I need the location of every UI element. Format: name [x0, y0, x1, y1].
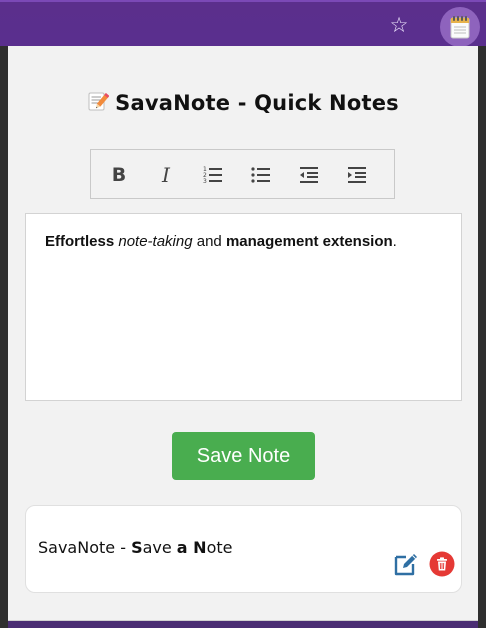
note-text-part: a N	[176, 538, 207, 557]
edit-icon	[394, 554, 417, 576]
memo-icon	[87, 90, 110, 117]
trash-icon	[429, 551, 455, 577]
ordered-list-button[interactable]: 123	[198, 160, 228, 190]
italic-icon: I	[162, 163, 170, 187]
note-text-part: S	[131, 538, 143, 557]
browser-toolbar: ☆	[0, 0, 486, 47]
extension-notepad-icon[interactable]	[440, 7, 480, 47]
italic-button[interactable]: I	[151, 160, 181, 190]
indent-button[interactable]	[342, 160, 372, 190]
ordered-list-icon: 123	[203, 166, 222, 185]
bookmark-star-icon[interactable]: ☆	[384, 10, 414, 40]
note-editor[interactable]: Effortless note-taking and management ex…	[25, 213, 462, 401]
editor-text-bold-1: Effortless	[45, 233, 115, 250]
outdent-button[interactable]	[294, 160, 324, 190]
edit-note-button[interactable]	[392, 550, 420, 578]
editor-text-bold-2: management extension	[225, 233, 393, 250]
indent-icon	[348, 167, 366, 183]
popup-header: SavaNote - Quick Notes	[8, 88, 478, 118]
note-title[interactable]: SavaNote - Save a Note	[38, 538, 232, 557]
outdent-icon	[300, 167, 318, 183]
note-text-part: ave	[142, 538, 177, 557]
page-background-right	[478, 46, 486, 628]
editor-text-period: .	[392, 233, 397, 250]
delete-note-button[interactable]	[428, 550, 456, 578]
bold-icon: B	[111, 164, 127, 186]
editor-text-italic: note-taking	[118, 233, 193, 250]
svg-text:3: 3	[203, 178, 207, 185]
extension-popup: SavaNote - Quick Notes B I 123 Effortles…	[8, 46, 478, 621]
unordered-list-icon	[251, 167, 270, 183]
save-note-button[interactable]: Save Note	[172, 432, 315, 480]
editor-text-normal: and	[192, 233, 226, 250]
bold-button[interactable]: B	[104, 160, 134, 190]
note-text-part: SavaNote -	[38, 538, 132, 557]
note-list-item: SavaNote - Save a Note	[25, 505, 462, 593]
formatting-toolbar: B I 123	[90, 149, 395, 199]
page-background-left	[0, 46, 8, 628]
note-text-part: ote	[206, 538, 233, 557]
page-title: SavaNote - Quick Notes	[115, 91, 399, 115]
unordered-list-button[interactable]	[246, 160, 276, 190]
